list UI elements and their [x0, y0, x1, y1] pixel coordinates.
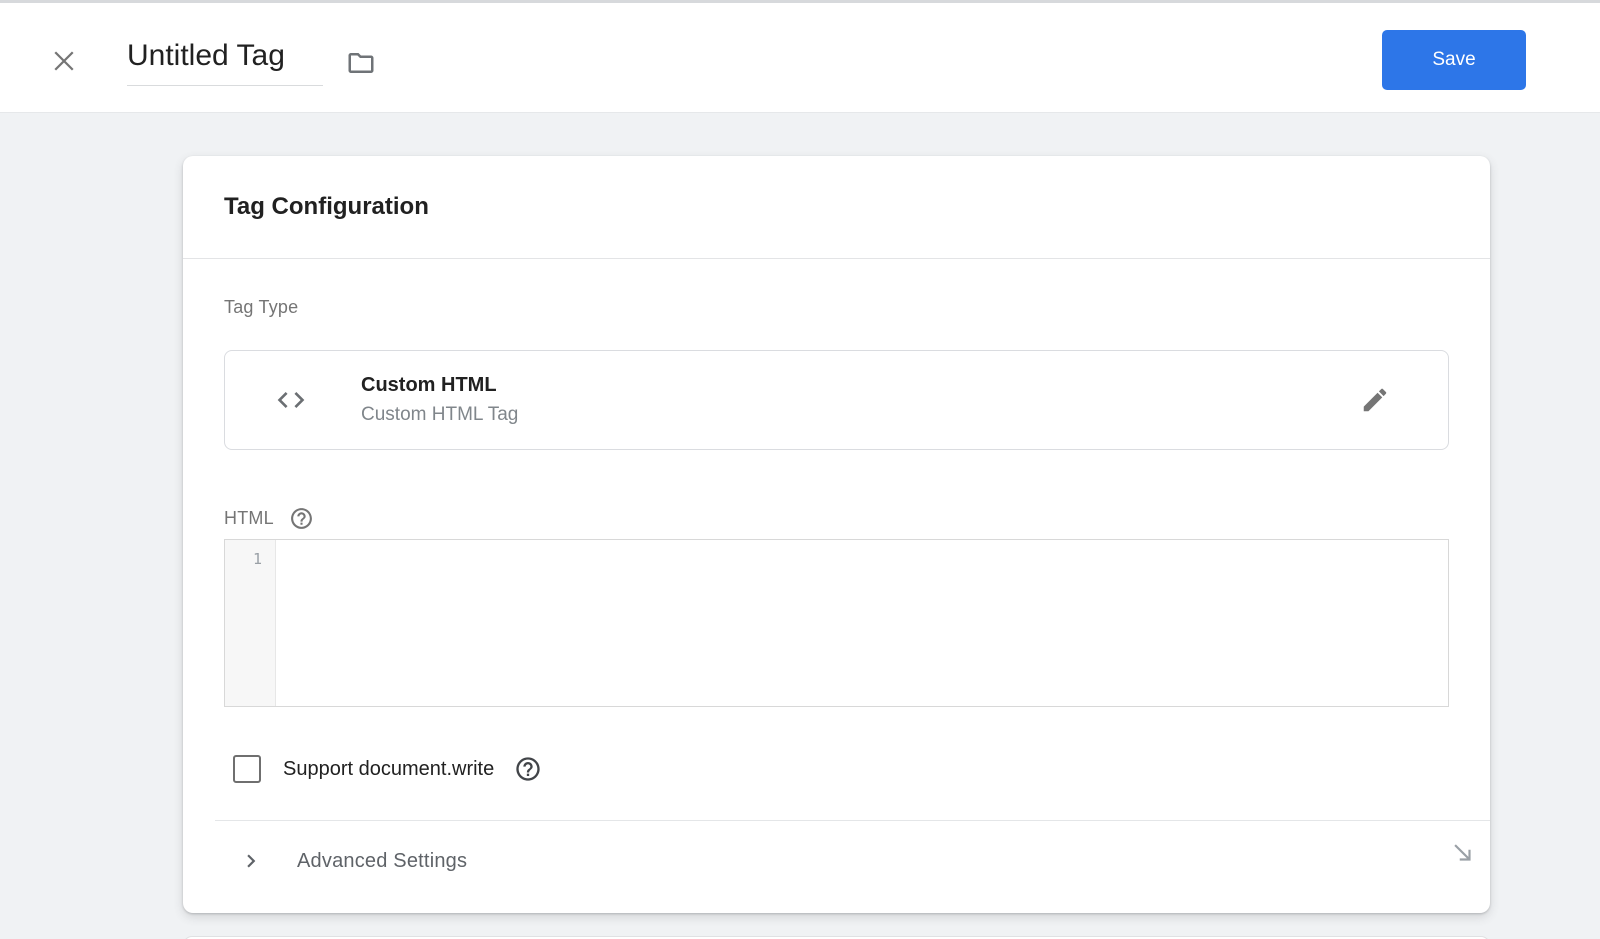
tag-type-text: Custom HTML Custom HTML Tag: [361, 374, 518, 426]
edit-tag-type-button[interactable]: [1358, 383, 1392, 417]
card-header: Tag Configuration: [183, 156, 1490, 259]
tag-type-label: Tag Type: [224, 297, 1449, 318]
tag-name-input[interactable]: Untitled Tag: [127, 39, 323, 86]
html-label-row: HTML: [224, 506, 1449, 531]
chevron-right-icon: [238, 848, 264, 874]
close-button[interactable]: [46, 43, 82, 79]
pencil-icon: [1360, 385, 1390, 415]
close-icon: [49, 46, 79, 76]
editor-code-input[interactable]: [276, 540, 1448, 706]
top-bar: Untitled Tag Save: [0, 0, 1600, 113]
tag-configuration-card: Tag Configuration Tag Type Custom HTML C…: [183, 156, 1490, 913]
support-document-write-row: Support document.write: [224, 755, 1449, 783]
support-document-write-label: Support document.write: [283, 758, 494, 781]
tag-type-selector[interactable]: Custom HTML Custom HTML Tag: [224, 350, 1449, 450]
resize-handle-icon[interactable]: [1450, 840, 1476, 866]
code-icon: [271, 384, 311, 416]
tag-type-description: Custom HTML Tag: [361, 404, 518, 426]
document-write-help-icon[interactable]: [514, 755, 542, 783]
html-code-editor: 1: [224, 539, 1449, 707]
html-field-label: HTML: [224, 508, 274, 529]
support-document-write-checkbox[interactable]: [233, 755, 261, 783]
html-help-icon[interactable]: [289, 506, 314, 531]
advanced-settings-toggle[interactable]: Advanced Settings: [224, 821, 1449, 874]
card-title: Tag Configuration: [224, 193, 429, 221]
card-body: Tag Type Custom HTML Custom HTML Tag HTM…: [183, 297, 1490, 874]
folder-button[interactable]: [341, 45, 381, 81]
folder-icon: [344, 48, 378, 78]
tag-type-name: Custom HTML: [361, 374, 518, 397]
editor-line-numbers: 1: [225, 540, 276, 706]
save-button[interactable]: Save: [1382, 30, 1526, 90]
advanced-settings-label: Advanced Settings: [297, 850, 467, 873]
